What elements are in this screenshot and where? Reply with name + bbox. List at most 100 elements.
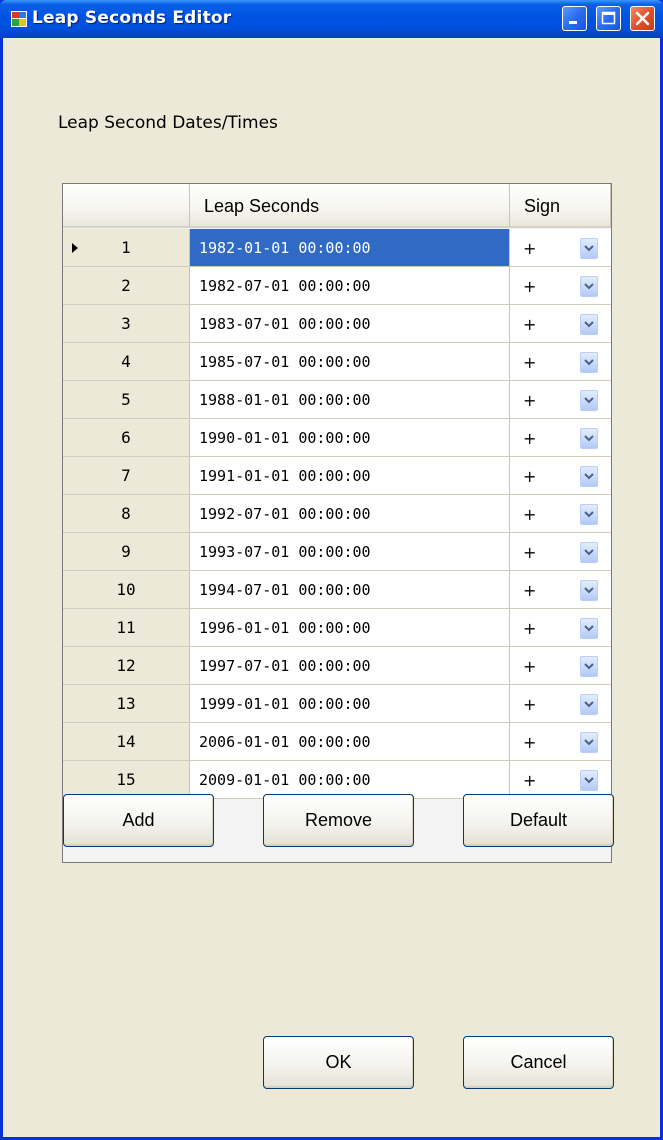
sign-combobox-cell[interactable]: + <box>510 723 611 761</box>
sign-combobox-cell[interactable]: + <box>510 609 611 647</box>
sign-combobox-cell[interactable]: + <box>510 381 611 419</box>
table-row[interactable]: 8 1992-07-01 00:00:00 + <box>63 495 611 533</box>
close-button[interactable] <box>630 6 655 31</box>
sign-value: + <box>523 353 537 372</box>
sign-dropdown-button[interactable] <box>580 656 598 677</box>
chevron-down-icon <box>584 701 594 708</box>
leap-second-date-cell[interactable]: 1983-07-01 00:00:00 <box>190 305 510 343</box>
window-title: Leap Seconds Editor <box>32 8 232 28</box>
table-row[interactable]: 2 1982-07-01 00:00:00 + <box>63 267 611 305</box>
leap-second-date-cell[interactable]: 1993-07-01 00:00:00 <box>190 533 510 571</box>
row-number[interactable]: 7 <box>63 457 190 495</box>
sign-combobox-cell[interactable]: + <box>510 305 611 343</box>
leap-second-date-cell[interactable]: 1992-07-01 00:00:00 <box>190 495 510 533</box>
sign-combobox-cell[interactable]: + <box>510 533 611 571</box>
leap-seconds-grid[interactable]: Leap Seconds Sign 1 1982-01-01 00:00:00 +2… <box>62 183 612 863</box>
sign-value: + <box>523 467 537 486</box>
sign-dropdown-button[interactable] <box>580 314 598 335</box>
sign-dropdown-button[interactable] <box>580 504 598 525</box>
sign-dropdown-button[interactable] <box>580 390 598 411</box>
row-number[interactable]: 5 <box>63 381 190 419</box>
sign-column-header[interactable]: Sign <box>510 184 611 228</box>
sign-combobox-cell[interactable]: + <box>510 267 611 305</box>
sign-combobox-cell[interactable]: + <box>510 343 611 381</box>
row-number[interactable]: 9 <box>63 533 190 571</box>
sign-dropdown-button[interactable] <box>580 732 598 753</box>
row-number[interactable]: 1 <box>63 229 190 267</box>
add-button[interactable]: Add <box>63 794 214 847</box>
sign-dropdown-button[interactable] <box>580 618 598 639</box>
leap-second-date-cell[interactable]: 2006-01-01 00:00:00 <box>190 723 510 761</box>
maximize-icon <box>601 11 616 25</box>
table-row[interactable]: 3 1983-07-01 00:00:00 + <box>63 305 611 343</box>
table-row[interactable]: 1 1982-01-01 00:00:00 + <box>63 229 611 267</box>
minimize-icon <box>569 21 577 24</box>
leap-second-date-cell[interactable]: 1982-07-01 00:00:00 <box>190 267 510 305</box>
leap-second-date-cell[interactable]: 1990-01-01 00:00:00 <box>190 419 510 457</box>
sign-value: + <box>523 391 537 410</box>
sign-combobox-cell[interactable]: + <box>510 647 611 685</box>
chevron-down-icon <box>584 777 594 784</box>
row-number[interactable]: 11 <box>63 609 190 647</box>
sign-combobox-cell[interactable]: + <box>510 571 611 609</box>
chevron-down-icon <box>584 739 594 746</box>
row-number[interactable]: 14 <box>63 723 190 761</box>
grid-header: Leap Seconds Sign <box>63 184 611 228</box>
chevron-down-icon <box>584 283 594 290</box>
table-row[interactable]: 14 2006-01-01 00:00:00 + <box>63 723 611 761</box>
sign-combobox-cell[interactable]: + <box>510 685 611 723</box>
row-number[interactable]: 13 <box>63 685 190 723</box>
chevron-down-icon <box>584 587 594 594</box>
table-row[interactable]: 10 1994-07-01 00:00:00 + <box>63 571 611 609</box>
leap-second-date-cell[interactable]: 1988-01-01 00:00:00 <box>190 381 510 419</box>
table-row[interactable]: 7 1991-01-01 00:00:00 + <box>63 457 611 495</box>
default-button[interactable]: Default <box>463 794 614 847</box>
sign-dropdown-button[interactable] <box>580 276 598 297</box>
cancel-button[interactable]: Cancel <box>463 1036 614 1089</box>
sign-dropdown-button[interactable] <box>580 238 598 259</box>
sign-dropdown-button[interactable] <box>580 770 598 791</box>
table-row[interactable]: 12 1997-07-01 00:00:00 + <box>63 647 611 685</box>
row-number[interactable]: 3 <box>63 305 190 343</box>
close-icon <box>635 11 650 26</box>
sign-dropdown-button[interactable] <box>580 580 598 601</box>
sign-dropdown-button[interactable] <box>580 542 598 563</box>
leap-second-date-cell[interactable]: 1996-01-01 00:00:00 <box>190 609 510 647</box>
sign-combobox-cell[interactable]: + <box>510 457 611 495</box>
row-number[interactable]: 6 <box>63 419 190 457</box>
table-row[interactable]: 5 1988-01-01 00:00:00 + <box>63 381 611 419</box>
row-number[interactable]: 12 <box>63 647 190 685</box>
row-number[interactable]: 2 <box>63 267 190 305</box>
table-row[interactable]: 9 1993-07-01 00:00:00 + <box>63 533 611 571</box>
table-row[interactable]: 6 1990-01-01 00:00:00 + <box>63 419 611 457</box>
leap-seconds-column-header[interactable]: Leap Seconds <box>190 184 510 228</box>
leap-second-date-cell[interactable]: 1994-07-01 00:00:00 <box>190 571 510 609</box>
sign-dropdown-button[interactable] <box>580 428 598 449</box>
sign-dropdown-button[interactable] <box>580 352 598 373</box>
sign-dropdown-button[interactable] <box>580 694 598 715</box>
ok-button[interactable]: OK <box>263 1036 414 1089</box>
minimize-button[interactable] <box>562 6 587 31</box>
sign-combobox-cell[interactable]: + <box>510 419 611 457</box>
remove-button[interactable]: Remove <box>263 794 414 847</box>
row-number[interactable]: 4 <box>63 343 190 381</box>
title-bar[interactable]: Leap Seconds Editor <box>0 0 663 38</box>
leap-second-date-cell[interactable]: 1999-01-01 00:00:00 <box>190 685 510 723</box>
leap-second-date-cell[interactable]: 1982-01-01 00:00:00 <box>190 229 510 267</box>
row-number[interactable]: 8 <box>63 495 190 533</box>
leap-second-date-cell[interactable]: 1985-07-01 00:00:00 <box>190 343 510 381</box>
maximize-button[interactable] <box>596 6 621 31</box>
leap-second-date-cell[interactable]: 1991-01-01 00:00:00 <box>190 457 510 495</box>
sign-value: + <box>523 505 537 524</box>
chevron-down-icon <box>584 625 594 632</box>
table-row[interactable]: 13 1999-01-01 00:00:00 + <box>63 685 611 723</box>
leap-second-date-cell[interactable]: 1997-07-01 00:00:00 <box>190 647 510 685</box>
row-number[interactable]: 10 <box>63 571 190 609</box>
chevron-down-icon <box>584 435 594 442</box>
chevron-down-icon <box>584 663 594 670</box>
sign-dropdown-button[interactable] <box>580 466 598 487</box>
sign-combobox-cell[interactable]: + <box>510 495 611 533</box>
table-row[interactable]: 11 1996-01-01 00:00:00 + <box>63 609 611 647</box>
table-row[interactable]: 4 1985-07-01 00:00:00 + <box>63 343 611 381</box>
sign-combobox-cell[interactable]: + <box>510 229 611 267</box>
